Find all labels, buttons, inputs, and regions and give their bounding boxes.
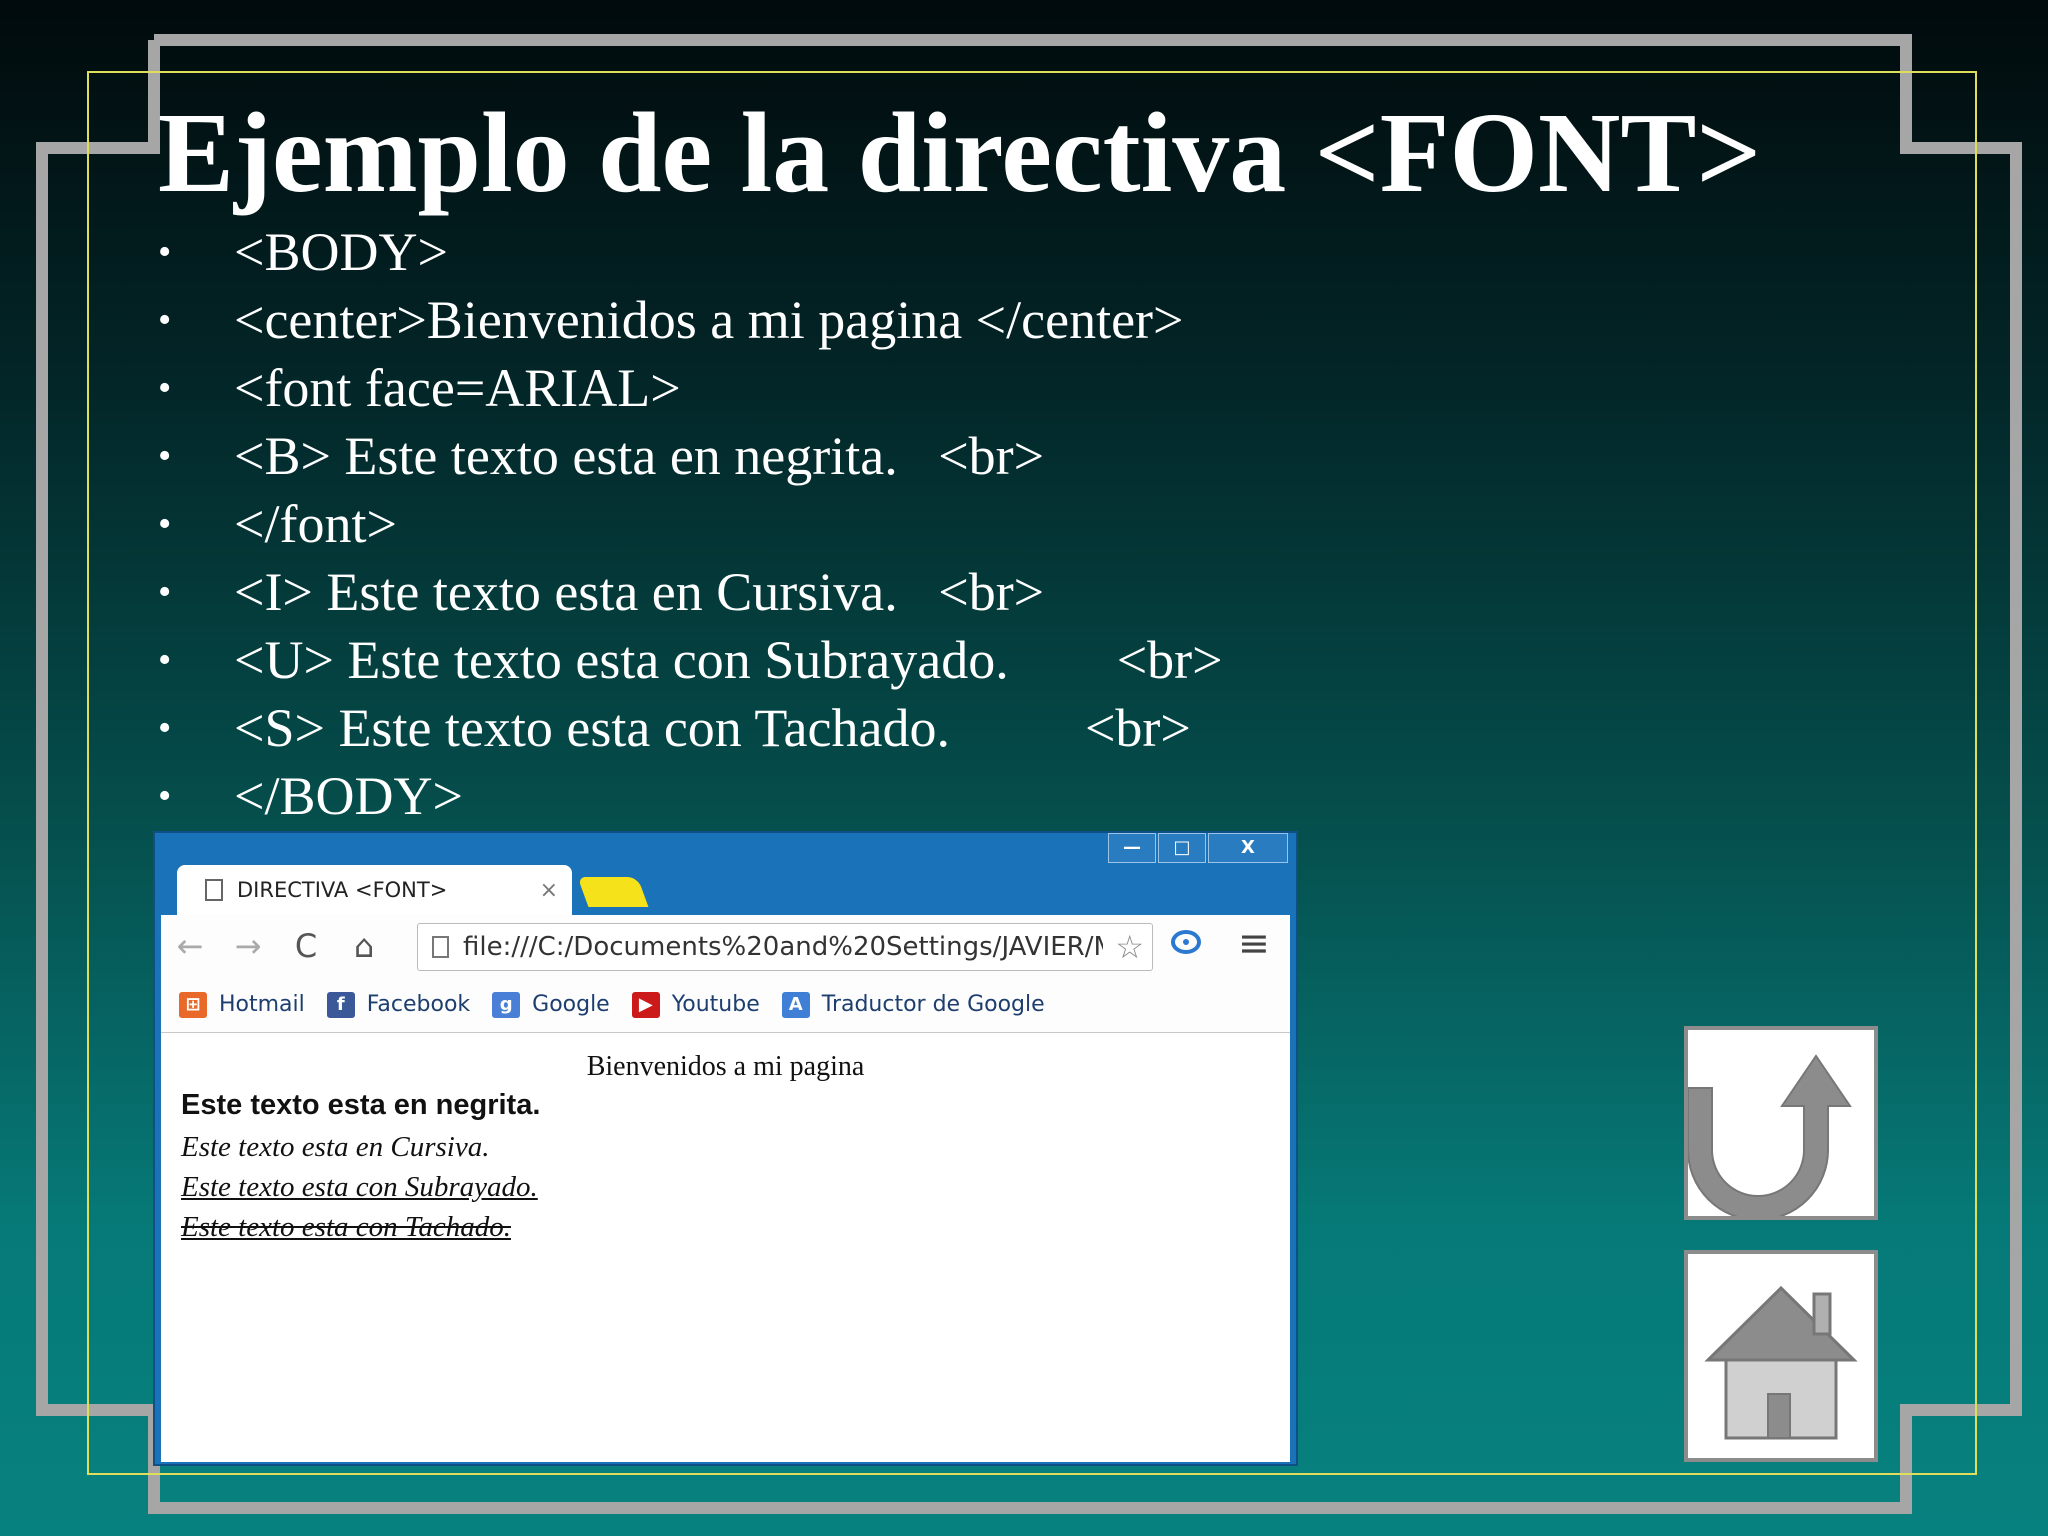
- bullet-item: • <center>Bienvenidos a mi pagina </cente…: [158, 286, 1223, 354]
- u-turn-arrow-icon: [1687, 1054, 1852, 1221]
- bullet-dot: •: [158, 707, 172, 749]
- bookmark-traductor[interactable]: A Traductor de Google: [781, 991, 1045, 1018]
- bullet-text: <font face=ARIAL>: [234, 358, 681, 418]
- bullet-dot: •: [158, 299, 172, 341]
- bookmark-label: Youtube: [671, 992, 760, 1017]
- bullet-dot: •: [158, 367, 172, 409]
- home-icon[interactable]: ⌂: [335, 927, 393, 965]
- bullet-item: • <I> Este texto esta en Cursiva. <br>: [158, 558, 1223, 626]
- reload-icon[interactable]: C: [277, 927, 335, 965]
- bullet-text: <B> Este texto esta en negrita. <br>: [234, 426, 1045, 486]
- forward-arrow-icon[interactable]: →: [219, 927, 277, 965]
- bullet-dot: •: [158, 503, 172, 545]
- maximize-button[interactable]: □: [1158, 833, 1206, 863]
- bookmark-label: Facebook: [366, 992, 471, 1017]
- page-icon: [205, 879, 223, 901]
- bullet-dot: •: [158, 231, 172, 273]
- menu-icon[interactable]: ≡: [1238, 921, 1270, 965]
- bullet-item: • <font face=ARIAL>: [158, 354, 1223, 422]
- bullet-dot: •: [158, 639, 172, 681]
- bullet-text: </font>: [234, 494, 397, 554]
- browser-window: — □ X DIRECTIVA <FONT> × ← → C ⌂ file://…: [153, 831, 1298, 1466]
- google-icon: g: [492, 991, 521, 1018]
- extension-icon[interactable]: [1170, 927, 1202, 965]
- windows-flag-icon: ⊞: [179, 991, 207, 1018]
- bullet-text: <center>Bienvenidos a mi pagina </center…: [234, 290, 1184, 350]
- page-icon: [432, 936, 449, 958]
- bookmark-star-icon[interactable]: ☆: [1115, 928, 1144, 966]
- centered-welcome-text: Bienvenidos a mi pagina: [586, 1051, 865, 1082]
- home-button[interactable]: [1684, 1250, 1878, 1462]
- window-controls: — □ X: [1106, 833, 1288, 863]
- bold-text: Este texto esta en negrita.: [181, 1089, 541, 1121]
- close-window-button[interactable]: X: [1208, 833, 1288, 863]
- address-url: file:///C:/Documents%20and%20Settings/JA…: [463, 932, 1103, 962]
- browser-tab[interactable]: DIRECTIVA <FONT> ×: [177, 865, 572, 915]
- bullet-item: • <B> Este texto esta en negrita. <br>: [158, 422, 1223, 490]
- address-bar[interactable]: file:///C:/Documents%20and%20Settings/JA…: [417, 923, 1153, 971]
- tab-title: DIRECTIVA <FONT>: [237, 878, 448, 902]
- bookmark-label: Hotmail: [219, 992, 305, 1017]
- bookmark-facebook[interactable]: f Facebook: [326, 991, 471, 1018]
- bookmark-youtube[interactable]: ▶ Youtube: [631, 991, 760, 1018]
- bullet-item: • <S> Este texto esta con Tachado. <br>: [158, 694, 1223, 762]
- bullet-text: <S> Este texto esta con Tachado. <br>: [234, 698, 1191, 758]
- back-button[interactable]: [1684, 1026, 1878, 1221]
- bullet-dot: •: [158, 435, 172, 477]
- extension-icon-graphic: [1171, 930, 1201, 954]
- bullet-item: • </BODY>: [158, 762, 1223, 830]
- browser-toolbar: ← → C ⌂ file:///C:/Documents%20and%20Set…: [161, 915, 1290, 977]
- bookmark-label: Google: [532, 992, 610, 1017]
- bullet-text: <U> Este texto esta con Subrayado. <br>: [234, 630, 1223, 690]
- underlined-text: Este texto esta con Subrayado.: [181, 1171, 538, 1203]
- bullet-list: • <BODY> • <center>Bienvenidos a mi pagina…: [158, 218, 1223, 830]
- bookmark-google[interactable]: g Google: [492, 991, 610, 1018]
- page-content: Bienvenidos a mi pagina Este texto esta …: [161, 1033, 1290, 1462]
- youtube-icon: ▶: [631, 991, 660, 1018]
- house-icon: [1704, 1285, 1858, 1440]
- tab-close-icon[interactable]: ×: [540, 878, 558, 903]
- bullet-item: • <BODY>: [158, 218, 1223, 286]
- bullet-text: <BODY>: [234, 222, 448, 282]
- bullet-dot: •: [158, 775, 172, 817]
- slide-title: Ejemplo de la directiva <FONT>: [158, 89, 1762, 216]
- bullet-dot: •: [158, 571, 172, 613]
- strikethrough-text: Este texto esta con Tachado.: [181, 1211, 511, 1243]
- bullet-item: • <U> Este texto esta con Subrayado. <br>: [158, 626, 1223, 694]
- minimize-button[interactable]: —: [1108, 833, 1156, 863]
- bullet-item: • </font>: [158, 490, 1223, 558]
- translate-icon: A: [781, 991, 810, 1018]
- new-tab-button[interactable]: [577, 877, 649, 907]
- bookmark-label: Traductor de Google: [821, 992, 1045, 1017]
- bookmark-hotmail[interactable]: ⊞ Hotmail: [179, 991, 305, 1018]
- italic-text: Este texto esta en Cursiva.: [181, 1131, 490, 1163]
- facebook-icon: f: [326, 991, 355, 1018]
- bullet-text: <I> Este texto esta en Cursiva. <br>: [234, 562, 1045, 622]
- bookmarks-bar: ⊞ Hotmail f Facebook g Google ▶ Youtube …: [161, 977, 1290, 1033]
- bullet-text: </BODY>: [234, 766, 463, 826]
- back-arrow-icon[interactable]: ←: [161, 927, 219, 965]
